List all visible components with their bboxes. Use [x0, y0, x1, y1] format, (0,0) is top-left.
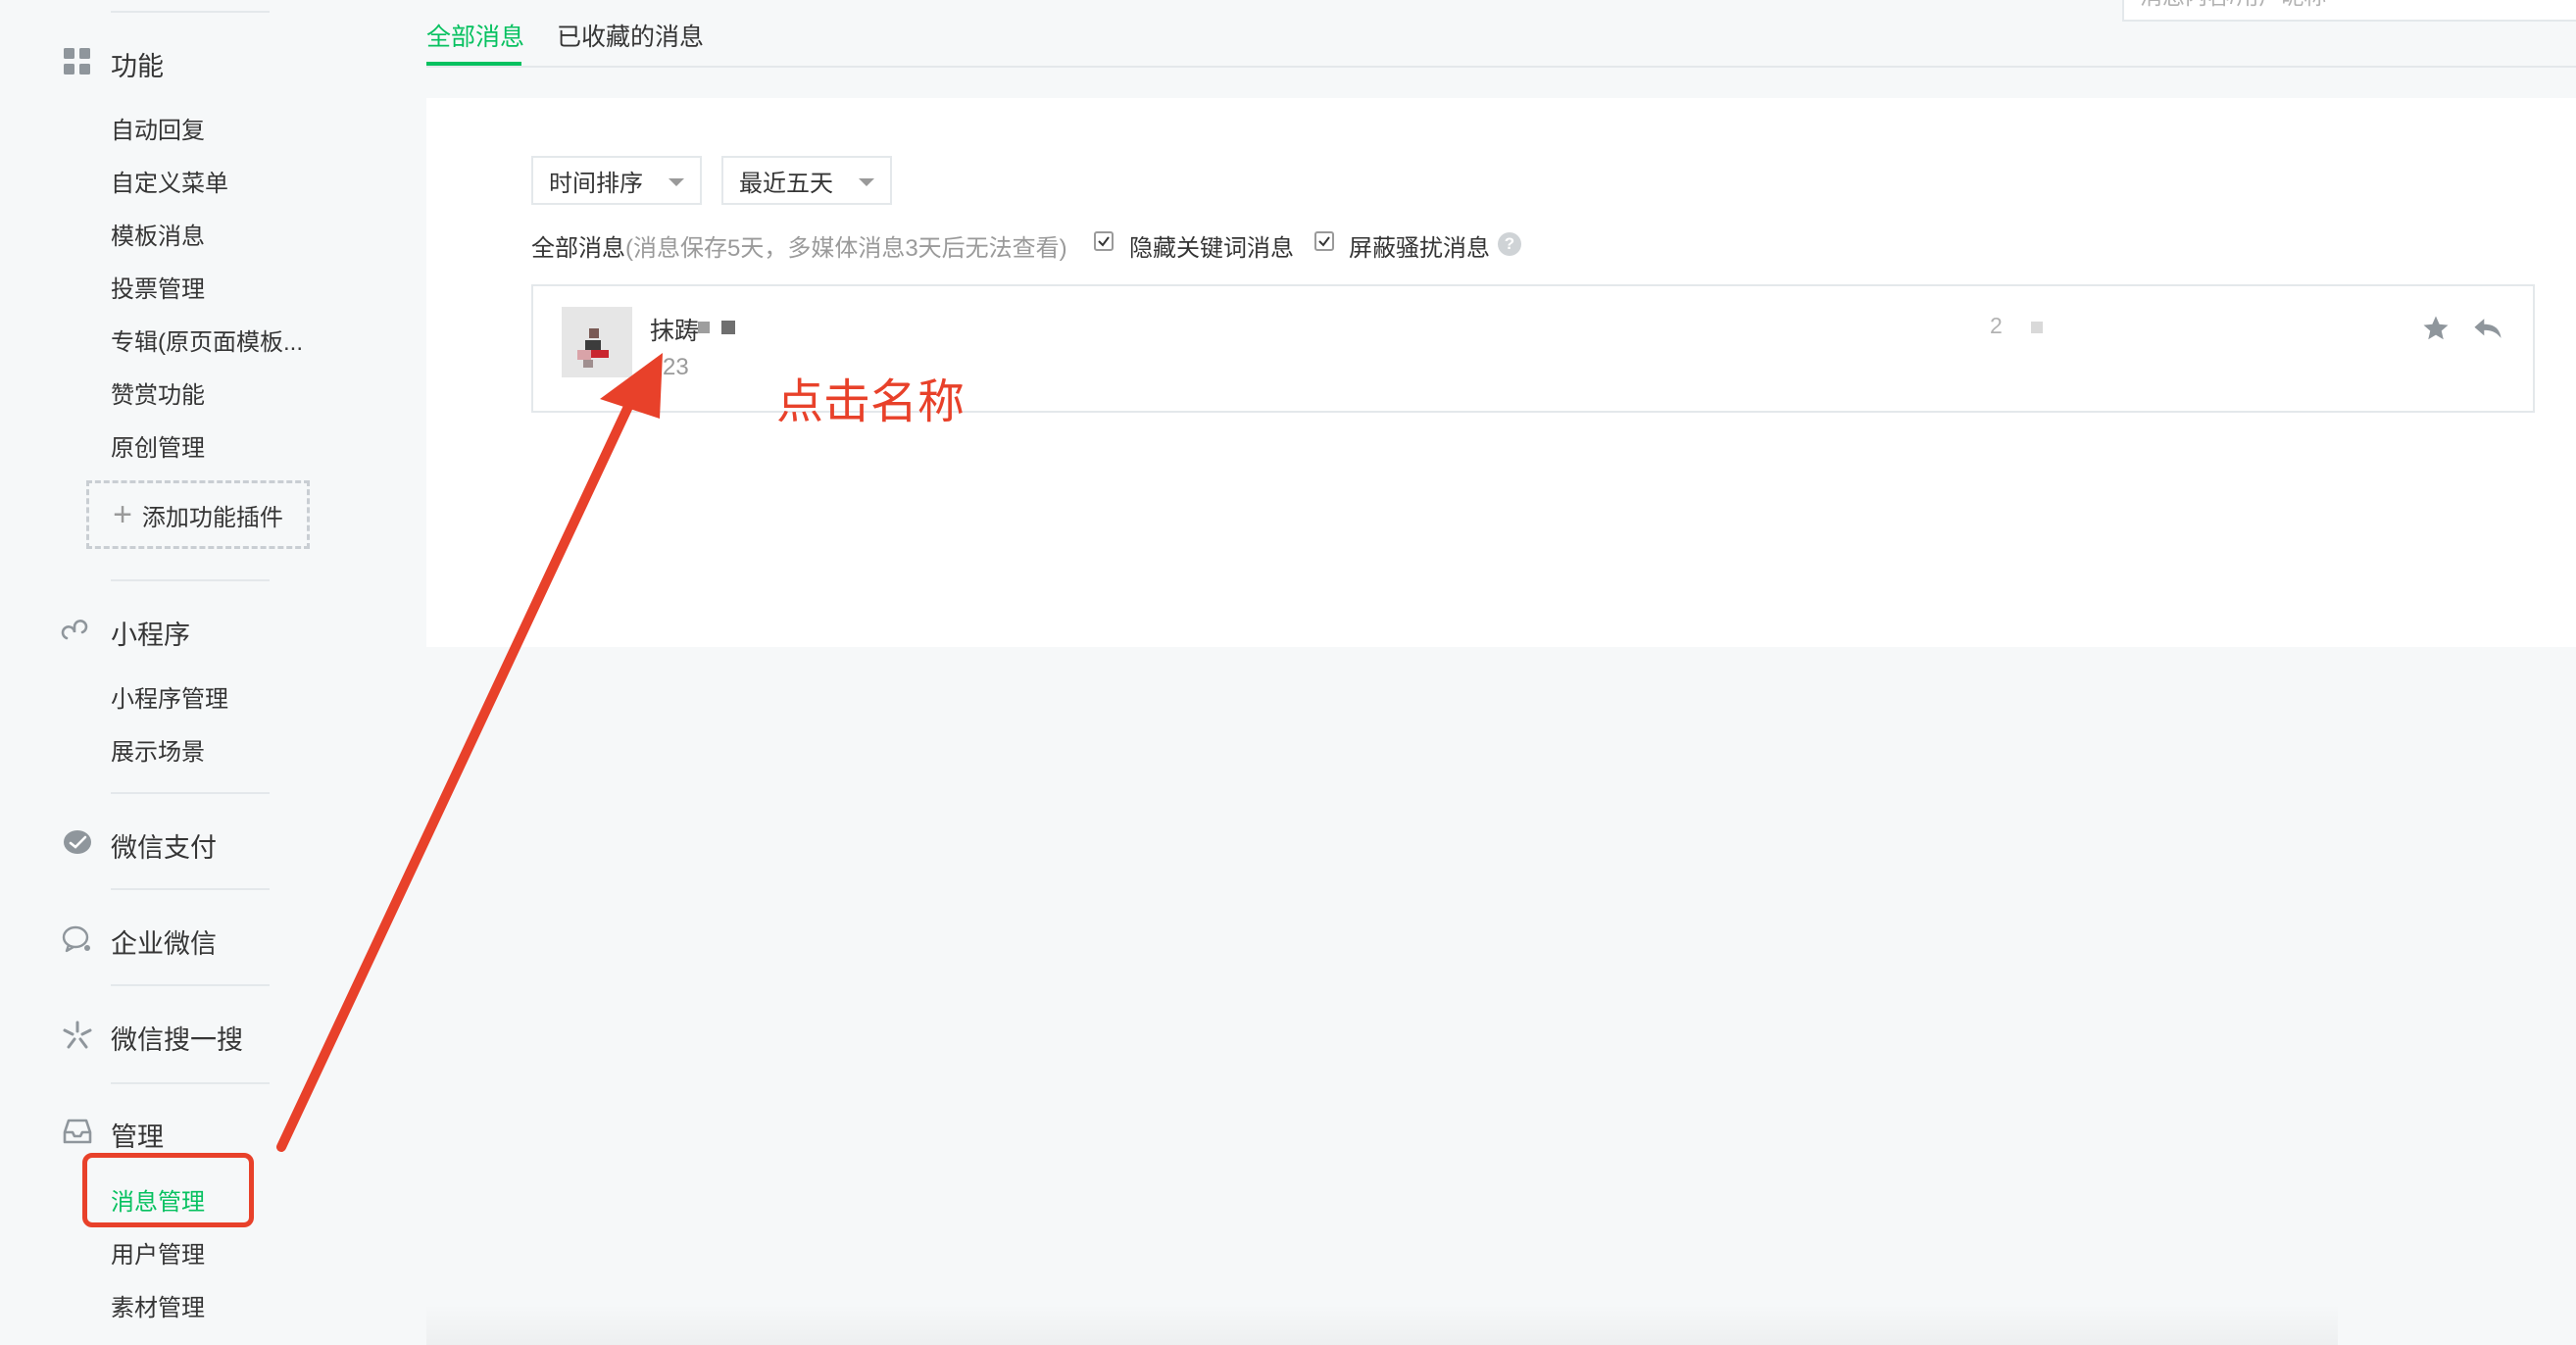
annotation-label: 点击名称 [776, 376, 966, 428]
annotation-arrow [276, 353, 663, 1152]
